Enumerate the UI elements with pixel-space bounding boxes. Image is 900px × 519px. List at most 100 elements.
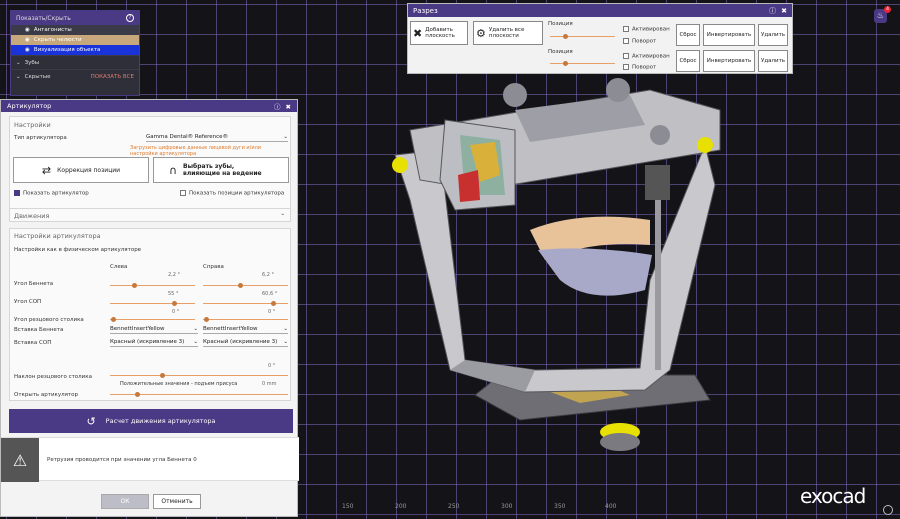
arch-icon: ∩	[168, 163, 178, 177]
incisal-right-value: 0 °	[268, 309, 276, 315]
incline-hint: Положительные значения - подъем присуса	[120, 381, 238, 387]
activated-checkbox-1[interactable]: Активирован	[623, 26, 670, 33]
warning-icon-box: ⚠	[1, 438, 39, 482]
item-label: Визуализация объекта	[33, 47, 101, 53]
notice-box: ⚠ Ретрузия проводится при значении угла …	[1, 437, 299, 482]
position-label: Позиция	[548, 49, 573, 55]
sop-insert-label: Вставка СОП	[14, 340, 52, 346]
eye-icon: ◉	[25, 27, 30, 33]
eye-icon: ◉	[25, 47, 30, 53]
sop-insert-right-select[interactable]: Красный (искривление 3) ⌄	[203, 339, 288, 347]
chevron-down-icon: ⌄	[283, 326, 288, 332]
sop-right-slider[interactable]	[203, 301, 288, 306]
ruler-tick: 350	[554, 503, 566, 510]
help-icon[interactable]: ?	[126, 14, 134, 22]
cancel-button[interactable]: Отменить	[153, 494, 201, 509]
item-label: Антагонисты	[33, 27, 72, 33]
item-label: Скрыть челюсти	[33, 37, 82, 43]
incline-slider[interactable]	[110, 373, 288, 378]
open-value: 0 mm	[262, 381, 277, 387]
notification-count: 4	[884, 6, 891, 13]
incline-value: 0 °	[268, 363, 276, 369]
rotation-checkbox-2[interactable]: Поворот	[623, 64, 656, 71]
position-slider-1[interactable]	[550, 34, 615, 39]
swap-arrows-icon: ⇄	[41, 163, 52, 177]
add-plane-button[interactable]: ✖ Добавить плоскость	[410, 21, 468, 45]
toggle-hide-jaws[interactable]: ◉ Скрыть челюсти	[11, 35, 139, 45]
section-header[interactable]: Разрез ⓘ ✖	[408, 4, 792, 17]
load-facebow-link[interactable]: Загрузить цифровые данные лицевой дуги и…	[130, 145, 290, 157]
chevron-down-icon: ⌄	[280, 211, 285, 217]
hidden-row[interactable]: ⌄ Скрытые ПОКАЗАТЬ ВСЕ	[11, 69, 139, 83]
ruler-tick: 300	[501, 503, 513, 510]
toggle-object-visualization[interactable]: ◉ Визуализация объекта	[11, 45, 139, 55]
show-hide-header[interactable]: Показать/Скрыть ?	[11, 11, 139, 25]
show-articulator-checkbox[interactable]: Показать артикулятор	[14, 190, 89, 197]
teeth-row[interactable]: ⌄ Зубы	[11, 55, 139, 69]
correction-button[interactable]: ⇄ Коррекция позиции	[13, 157, 149, 183]
delete-button-2[interactable]: Удалить	[758, 50, 788, 72]
help-icon[interactable]: ⓘ	[769, 7, 776, 15]
show-hide-title: Показать/Скрыть	[16, 14, 71, 22]
position-slider-2[interactable]	[550, 61, 615, 66]
sop-left-value: 55 °	[168, 291, 179, 297]
articulator-settings-section: Настройки артикулятора Настройки как в ф…	[9, 228, 291, 401]
bennett-right-slider[interactable]	[203, 283, 288, 288]
movements-section[interactable]: Движения ⌄	[9, 208, 291, 222]
corner-icon[interactable]	[883, 505, 893, 515]
delete-button-1[interactable]: Удалить	[758, 24, 788, 46]
rotation-checkbox-1[interactable]: Поворот	[623, 38, 656, 45]
row-label: Скрытые	[24, 73, 51, 80]
invert-button-1[interactable]: Инвертировать	[703, 24, 755, 46]
articulator-3d-model	[392, 78, 721, 451]
bennett-insert-right-select[interactable]: BennettInsertYellow ⌄	[203, 326, 288, 334]
chevron-down-icon: ⌄	[283, 134, 288, 140]
incisal-left-slider[interactable]	[110, 317, 195, 322]
open-label: Открыть артикулятор	[14, 392, 78, 398]
delete-planes-button[interactable]: ⚙ Удалить все плоскости	[473, 21, 543, 45]
articulator-header[interactable]: Артикулятор ⓘ ✖	[1, 100, 297, 112]
sop-left-slider[interactable]	[110, 301, 195, 306]
help-icon[interactable]: ⓘ	[274, 103, 281, 111]
bennett-insert-label: Вставка Беннета	[14, 327, 64, 333]
physical-settings-label: Настройки как в физическом артикуляторе	[14, 247, 142, 253]
close-icon[interactable]: ✖	[286, 103, 291, 111]
ok-button[interactable]: ОК	[101, 494, 149, 509]
ruler: 150 200 250 300 350 400	[300, 500, 860, 519]
articulator-title: Артикулятор	[7, 102, 52, 110]
chevron-down-icon: ⌄	[193, 326, 198, 332]
reset-button-1[interactable]: Сброс	[676, 24, 700, 46]
bennett-left-value: 2,2 °	[168, 272, 181, 278]
toggle-antagonists[interactable]: ◉ Антагонисты	[11, 25, 139, 35]
ruler-tick: 400	[605, 503, 617, 510]
show-hide-panel: Показать/Скрыть ? ◉ Антагонисты ◉ Скрыть ч…	[10, 10, 140, 96]
bennett-right-value: 6,2 °	[262, 272, 275, 278]
section-panel: Разрез ⓘ ✖ ✖ Добавить плоскость ⚙ Удалить в…	[407, 3, 793, 74]
reset-button-2[interactable]: Сброс	[676, 50, 700, 72]
row-label: Зубы	[24, 59, 40, 66]
show-all-button[interactable]: ПОКАЗАТЬ ВСЕ	[91, 74, 134, 80]
chevron-down-icon: ⌄	[16, 73, 21, 80]
type-select[interactable]: Gamma Dental® Reference® ⌄	[146, 134, 288, 142]
left-label: Слева	[110, 264, 128, 270]
bennett-left-slider[interactable]	[110, 283, 195, 288]
ruler-tick: 200	[395, 503, 407, 510]
articulator-settings-header: Настройки артикулятора	[14, 232, 101, 240]
sop-insert-left-select[interactable]: Красный (искривление 3) ⌄	[110, 339, 198, 347]
bennett-insert-left-select[interactable]: BennettInsertYellow ⌄	[110, 326, 198, 334]
activated-checkbox-2[interactable]: Активирован	[623, 53, 670, 60]
chevron-down-icon: ⌄	[16, 59, 21, 66]
calculate-movement-button[interactable]: ↺ Расчет движения артикулятора	[9, 409, 293, 433]
eye-icon: ◉	[25, 37, 30, 43]
settings-section: Настройки Тип артикулятора Gamma Dental®…	[9, 116, 291, 213]
invert-button-2[interactable]: Инвертировать	[703, 50, 755, 72]
open-slider[interactable]	[110, 392, 288, 397]
incisal-label: Угол резцового столика	[14, 317, 84, 323]
chevron-down-icon: ⌄	[283, 339, 288, 345]
select-teeth-button[interactable]: ∩ Выбрать зубы, влияющие на ведение	[153, 157, 289, 183]
right-label: Справа	[203, 264, 224, 270]
articulator-panel: Артикулятор ⓘ ✖ Настройки Тип артикулятор…	[0, 99, 299, 517]
close-icon[interactable]: ✖	[781, 7, 787, 15]
incisal-right-slider[interactable]	[203, 317, 288, 322]
show-positions-checkbox[interactable]: Показать позиции артикулятора	[180, 190, 284, 197]
